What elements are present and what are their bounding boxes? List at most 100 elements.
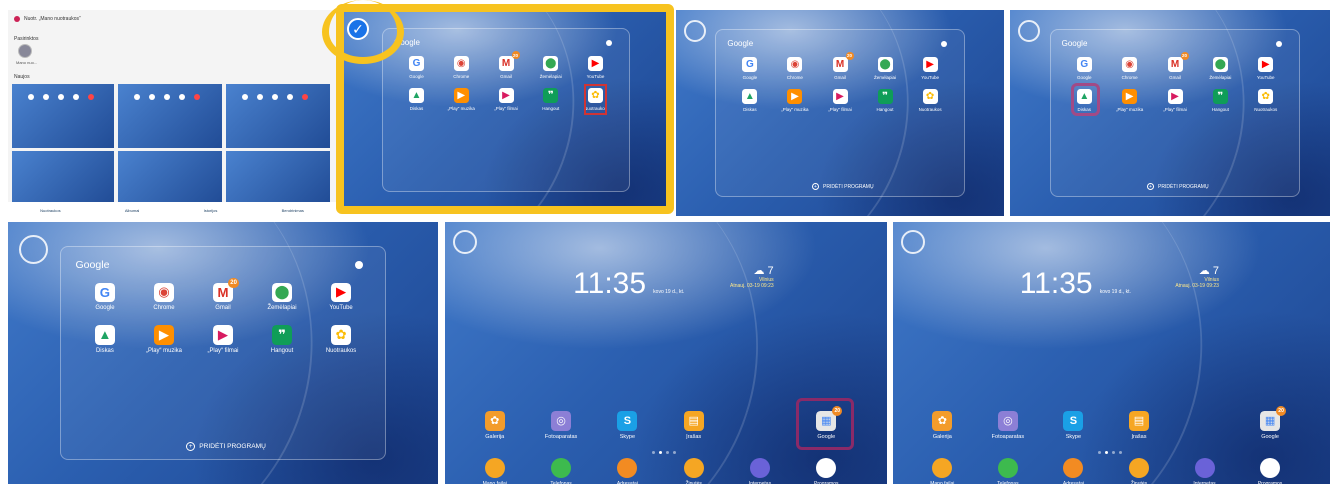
folder-title[interactable]: Google (75, 259, 109, 271)
add-programs-label: PRIDĖTI PROGRAMŲ (823, 183, 874, 190)
app-photos[interactable]: ✿ Nuotraukos (1251, 88, 1281, 112)
add-programs-button[interactable]: + PRIDĖTI PROGRAMŲ (1147, 183, 1209, 191)
nav-photos[interactable]: Nuotraukos (40, 208, 60, 213)
app-gmail[interactable]: M 20 Gmail (1160, 51, 1190, 80)
folder-color-dot[interactable] (354, 261, 363, 270)
app-hangouts[interactable]: ❞ Hangout (1205, 88, 1235, 112)
dock-phone[interactable]: Telefonas (537, 457, 585, 484)
app-camera[interactable]: ◎ Fotoaparatas (984, 410, 1032, 440)
home-circle-icon[interactable] (1018, 20, 1040, 42)
nav-stories[interactable]: Istorijos (204, 208, 218, 213)
app-notes[interactable]: ▤ Įrašas (1115, 410, 1163, 440)
app-gallery[interactable]: ✿ Galerija (918, 410, 966, 440)
app-maps[interactable]: ⬤ Žemėlapiai (870, 56, 900, 80)
nav-sharing[interactable]: Bendrinimas (282, 208, 304, 213)
dock-apps-grid[interactable]: Programos (802, 457, 850, 484)
app-camera[interactable]: ◎ Fotoaparatas (537, 410, 585, 440)
dock-internet[interactable]: Internetas (1181, 457, 1229, 484)
app-gmail[interactable]: M 20 Gmail (825, 51, 855, 80)
app-play-movies[interactable]: ▶ „Play“ filmai (1160, 88, 1190, 112)
page-indicator[interactable] (1097, 451, 1122, 455)
folder-color-dot[interactable] (1276, 40, 1283, 47)
app-label: Google (95, 305, 115, 312)
play-music-icon: ▶ (154, 324, 174, 345)
screenshot-folder-large[interactable]: Google G Google ◉ Chrome M 20 Gmail ⬤ Žemėlapiai ▶… (8, 222, 438, 484)
skype-icon: S (617, 410, 638, 431)
app-google[interactable]: G Google (735, 56, 765, 80)
home-circle-icon[interactable] (684, 20, 706, 42)
dock-messages[interactable]: Žinutės (670, 457, 718, 484)
home-circle-icon[interactable] (18, 235, 48, 265)
screenshot-home-google-highlight[interactable]: 11:35 kovo 19 d., kt. ☁ 7 Vilnius Atnauj. 03… (445, 222, 887, 484)
gmail-icon: M 20 (832, 51, 854, 72)
screenshot-folder-drive[interactable]: Google G Google ◉ Chrome M 20 Gmail ⬤ Žemėlapiai ▶… (1010, 10, 1330, 216)
folder-color-dot[interactable] (940, 40, 947, 47)
gallery-bottom-nav: Nuotraukos Albumai Istorijos Bendrinimas (8, 202, 336, 218)
weather-widget[interactable]: ☁ 7 Vilnius Atnauj. 03-19 09:23 (684, 264, 774, 289)
app-google[interactable]: G Google (85, 282, 125, 312)
page-indicator[interactable] (652, 451, 676, 455)
thumb-icons (242, 94, 308, 100)
gallery-icon: ✿ (484, 410, 505, 431)
check-icon[interactable]: ✓ (347, 18, 369, 40)
clock-time[interactable]: 11:35 (573, 267, 646, 301)
app-hangouts[interactable]: ❞ Hangout (262, 324, 302, 354)
app-chrome[interactable]: ◉ Chrome (780, 56, 810, 80)
folder-title[interactable]: Google (1062, 39, 1088, 48)
folder-title[interactable]: Google (727, 39, 753, 48)
contacts-icon (617, 457, 638, 478)
app-notes[interactable]: ▤ Įrašas (670, 410, 718, 440)
app-hangouts[interactable]: ❞ Hangout (870, 88, 900, 112)
dock-phone[interactable]: Telefonas (984, 457, 1032, 484)
app-label: Įrašas (1131, 433, 1147, 440)
add-programs-button[interactable]: + PRIDĖTI PROGRAMŲ (812, 183, 874, 191)
app-maps[interactable]: ⬤ Žemėlapiai (262, 282, 302, 311)
app-drive[interactable]: ▲ Diskas (1069, 88, 1099, 112)
dock-my-files[interactable]: Mano failai (471, 457, 519, 484)
app-skype[interactable]: S Skype (603, 410, 651, 440)
app-play-movies[interactable]: ▶ „Play“ filmai (825, 88, 855, 112)
app-youtube[interactable]: ▶ YouTube (321, 282, 361, 311)
screenshot-folder-open[interactable]: Google G Google ◉ Chrome M 20 Gmail ⬤ Žemėlapiai ▶… (676, 10, 1004, 216)
hangouts-icon: ❞ (1212, 88, 1228, 104)
thumbnail[interactable] (118, 151, 222, 203)
dock-contacts[interactable]: Adresatai (603, 457, 651, 484)
app-play-music[interactable]: ▶ „Play“ muzika (780, 88, 810, 112)
app-photos[interactable]: ✿ Nuotraukos (321, 324, 361, 354)
dock-messages[interactable]: Žinutės (1115, 457, 1163, 484)
dock-apps-grid[interactable]: Programos (1246, 457, 1294, 484)
app-photos[interactable]: ✿ Nuotraukos (915, 88, 945, 112)
app-label: Galerija (485, 433, 505, 440)
app-label: Žemėlapiai (1209, 74, 1232, 80)
app-play-movies[interactable]: ▶ „Play“ filmai (203, 324, 243, 354)
dock-my-files[interactable]: Mano failai (918, 457, 966, 484)
app-play-music[interactable]: ▶ „Play“ muzika (1115, 88, 1145, 112)
app-play-music[interactable]: ▶ „Play“ muzika (144, 324, 184, 354)
app-drive[interactable]: ▲ Diskas (735, 88, 765, 112)
notes-icon: ▤ (683, 410, 704, 431)
screenshot-home[interactable]: 11:35 kovo 19 d., kt. ☁ 7 Vilnius Atnauj. 03… (893, 222, 1330, 484)
app-drive[interactable]: ▲ Diskas (85, 324, 125, 354)
dock-internet[interactable]: Internetas (736, 457, 784, 484)
app-google-folder[interactable]: ▦ 20 Google (1246, 405, 1294, 440)
thumbnail[interactable] (12, 151, 114, 203)
dock-contacts[interactable]: Adresatai (1049, 457, 1097, 484)
home-circle-icon[interactable] (901, 230, 925, 254)
nav-albums[interactable]: Albumai (125, 208, 139, 213)
thumbnail[interactable] (226, 151, 330, 203)
app-chrome[interactable]: ◉ Chrome (1115, 56, 1145, 80)
app-youtube[interactable]: ▶ YouTube (915, 56, 945, 80)
favorite-avatar[interactable] (18, 44, 32, 58)
clock-time[interactable]: 11:35 (1020, 267, 1093, 301)
app-chrome[interactable]: ◉ Chrome (144, 282, 184, 311)
app-google[interactable]: G Google (1069, 56, 1099, 80)
app-gallery[interactable]: ✿ Galerija (471, 410, 519, 440)
app-gmail[interactable]: M 20 Gmail (203, 277, 243, 311)
weather-widget[interactable]: ☁ 7 Vilnius Atnauj. 03-19 09:23 (1129, 264, 1219, 289)
add-programs-button[interactable]: + PRIDĖTI PROGRAMŲ (186, 441, 266, 452)
app-maps[interactable]: ⬤ Žemėlapiai (1205, 56, 1235, 80)
home-circle-icon[interactable] (453, 230, 477, 254)
app-label: „Play“ filmai (828, 106, 852, 112)
app-youtube[interactable]: ▶ YouTube (1251, 56, 1281, 80)
app-skype[interactable]: S Skype (1049, 410, 1097, 440)
